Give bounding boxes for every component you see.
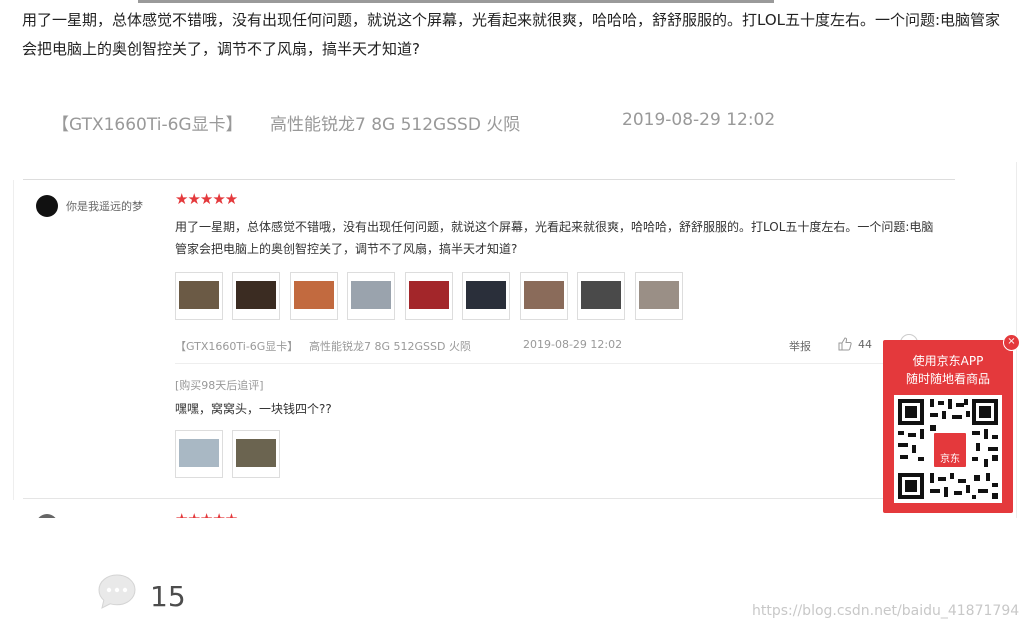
intro-text: 用了一星期，总体感觉不错哦，没有出现任何问题，就说这个屏幕，光看起来就很爽，哈哈…	[22, 11, 1001, 58]
photo-image	[179, 281, 219, 309]
review-text: 用了一星期，总体感觉不错哦，没有出现任何问题，就说这个屏幕，光看起来就很爽，哈哈…	[175, 220, 934, 256]
spec-config: 高性能锐龙7 8G 512GSSD 火陨	[270, 115, 521, 135]
followup-photo[interactable]	[175, 430, 223, 478]
photo-image	[179, 439, 219, 467]
followup-label: [购买98天后追评]	[175, 379, 264, 392]
photo-image	[236, 281, 276, 309]
review-meta: 【GTX1660Ti-6G显卡】 高性能锐龙7 8G 512GSSD 火陨 20…	[175, 337, 905, 354]
meta-datetime: 2019-08-29 12:02	[523, 338, 623, 351]
review-photo[interactable]	[635, 272, 683, 320]
photo-image	[524, 281, 564, 309]
followup-photo[interactable]	[232, 430, 280, 478]
jd-app-popup[interactable]: × 使用京东APP 随时随地看商品 京东	[883, 334, 1020, 513]
avatar[interactable]	[36, 195, 58, 217]
star-rating: ★★★★★	[175, 510, 238, 518]
review-photo[interactable]	[405, 272, 453, 320]
review-screenshot: 你是我遥远的梦 ★★★★★ 用了一星期，总体感觉不错哦，没有出现任何问题，就说这…	[13, 162, 1027, 518]
jd-logo-text: 京东	[940, 454, 960, 465]
divider	[23, 179, 955, 180]
popup-line-1: 使用京东APP	[912, 354, 984, 368]
divider	[175, 363, 885, 364]
user-name[interactable]: 你是我遥远的梦	[66, 198, 143, 214]
photo-image	[236, 439, 276, 467]
meta-variant: 【GTX1660Ti-6G显卡】	[175, 340, 299, 353]
spec-datetime: 2019-08-29 12:02	[622, 110, 776, 130]
photo-image	[466, 281, 506, 309]
close-icon[interactable]: ×	[1003, 334, 1020, 351]
comment-count: 15	[150, 580, 186, 613]
thumbs-up-icon[interactable]	[838, 337, 852, 351]
jd-logo: 京东	[932, 431, 968, 469]
review-photo[interactable]	[577, 272, 625, 320]
photo-image	[409, 281, 449, 309]
divider	[13, 180, 14, 500]
photo-image	[581, 281, 621, 309]
photo-image	[639, 281, 679, 309]
review-photo[interactable]	[347, 272, 395, 320]
meta-config: 高性能锐龙7 8G 512GSSD 火陨	[309, 340, 471, 353]
divider	[23, 498, 943, 499]
review-photo[interactable]	[462, 272, 510, 320]
review-photo[interactable]	[520, 272, 568, 320]
watermark: https://blog.csdn.net/baidu_41871794	[752, 603, 1020, 619]
comment-icon[interactable]	[96, 572, 138, 612]
report-link[interactable]: 举报	[789, 338, 811, 354]
like-count: 44	[858, 338, 872, 351]
review-photo[interactable]	[175, 272, 223, 320]
photo-image	[351, 281, 391, 309]
top-rule	[138, 0, 774, 3]
avatar[interactable]	[36, 514, 58, 518]
star-rating: ★★★★★	[175, 190, 238, 208]
spec-variant: 【GTX1660Ti-6G显卡】	[52, 115, 243, 135]
photo-image	[294, 281, 334, 309]
followup-text: 嘿嘿，窝窝头，一块钱四个??	[175, 402, 332, 416]
review-photo[interactable]	[290, 272, 338, 320]
popup-line-2: 随时随地看商品	[905, 372, 990, 386]
review-photo[interactable]	[232, 272, 280, 320]
